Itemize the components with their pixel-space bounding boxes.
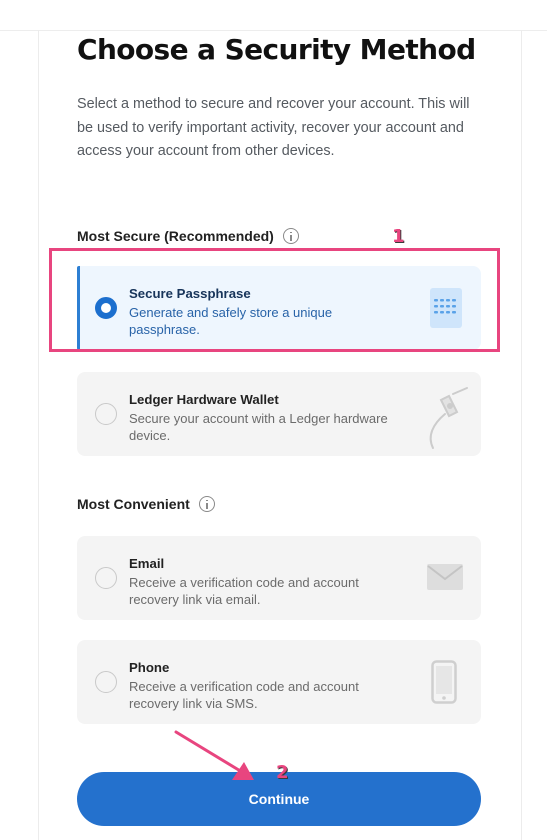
annotation-marker-1: 1 bbox=[392, 226, 405, 247]
page-title: Choose a Security Method bbox=[77, 33, 476, 66]
section-label-text: Most Convenient bbox=[77, 496, 190, 512]
annotation-arrow-icon bbox=[170, 728, 280, 793]
envelope-icon bbox=[427, 564, 463, 590]
option-description: Receive a verification code and account … bbox=[129, 575, 359, 607]
option-email[interactable]: Email Receive a verification code and ac… bbox=[77, 536, 481, 620]
radio-unselected[interactable] bbox=[95, 671, 117, 693]
option-title: Email bbox=[129, 556, 165, 571]
option-title: Phone bbox=[129, 660, 170, 675]
section-label-text: Most Secure (Recommended) bbox=[77, 228, 274, 244]
info-icon[interactable] bbox=[282, 228, 299, 244]
option-title: Ledger Hardware Wallet bbox=[129, 392, 279, 407]
radio-unselected[interactable] bbox=[95, 403, 117, 425]
option-description: Receive a verification code and account … bbox=[129, 679, 359, 711]
section-label-most-convenient: Most Convenient bbox=[77, 496, 215, 512]
radio-unselected[interactable] bbox=[95, 567, 117, 589]
ledger-device-icon bbox=[423, 384, 471, 452]
section-label-most-secure: Most Secure (Recommended) bbox=[77, 228, 299, 244]
option-ledger-hardware-wallet[interactable]: Ledger Hardware Wallet Secure your accou… bbox=[77, 372, 481, 456]
annotation-highlight-box bbox=[49, 248, 500, 352]
option-phone[interactable]: Phone Receive a verification code and ac… bbox=[77, 640, 481, 724]
page-description: Select a method to secure and recover yo… bbox=[77, 96, 470, 159]
content-border-left bbox=[38, 30, 39, 840]
top-bar bbox=[0, 0, 547, 31]
info-icon[interactable] bbox=[198, 496, 215, 512]
option-description: Secure your account with a Ledger hardwa… bbox=[129, 411, 388, 443]
phone-icon bbox=[431, 660, 457, 704]
content-border-right bbox=[521, 30, 522, 840]
